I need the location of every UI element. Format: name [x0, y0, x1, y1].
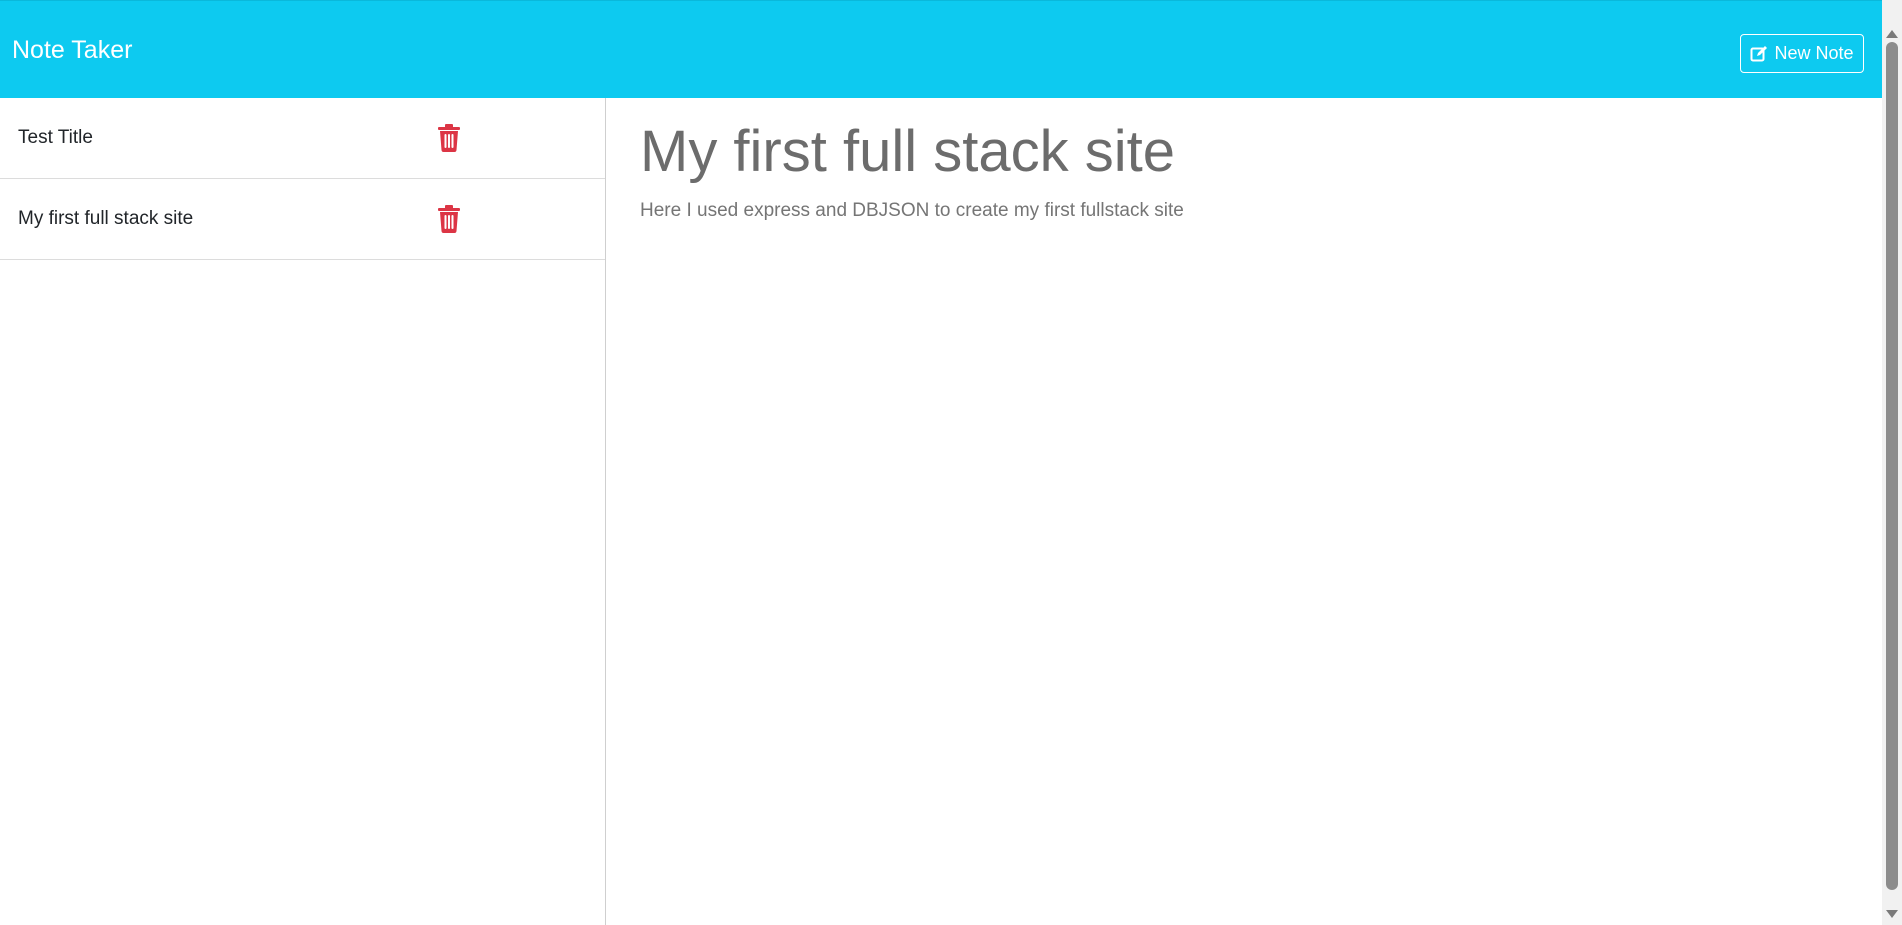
note-list-item[interactable]: My first full stack site — [0, 179, 605, 260]
content: Note Taker New Note Test Title My first … — [0, 0, 1882, 925]
scroll-down-arrow-icon[interactable] — [1886, 910, 1898, 918]
trash-icon[interactable] — [437, 205, 461, 233]
trash-icon[interactable] — [437, 124, 461, 152]
note-title-field[interactable]: My first full stack site — [640, 118, 1175, 186]
scroll-up-arrow-icon[interactable] — [1886, 30, 1898, 38]
scroll-thumb[interactable] — [1886, 42, 1898, 890]
new-note-label: New Note — [1774, 43, 1854, 63]
note-list-item[interactable]: Test Title — [0, 98, 605, 179]
note-list-item-title[interactable]: My first full stack site — [18, 207, 193, 231]
note-text-field[interactable]: Here I used express and DBJSON to create… — [640, 199, 1184, 223]
page: Note Taker New Note Test Title My first … — [0, 0, 1902, 925]
notes-list: Test Title My first full stack site — [0, 98, 606, 925]
note-list-item-title[interactable]: Test Title — [18, 126, 93, 150]
navbar: Note Taker New Note — [0, 0, 1882, 98]
vertical-scrollbar[interactable] — [1882, 0, 1902, 925]
new-note-button[interactable]: New Note — [1740, 34, 1864, 73]
edit-icon — [1750, 45, 1768, 63]
brand-title[interactable]: Note Taker — [12, 35, 132, 65]
note-editor: My first full stack site Here I used exp… — [606, 98, 1882, 925]
